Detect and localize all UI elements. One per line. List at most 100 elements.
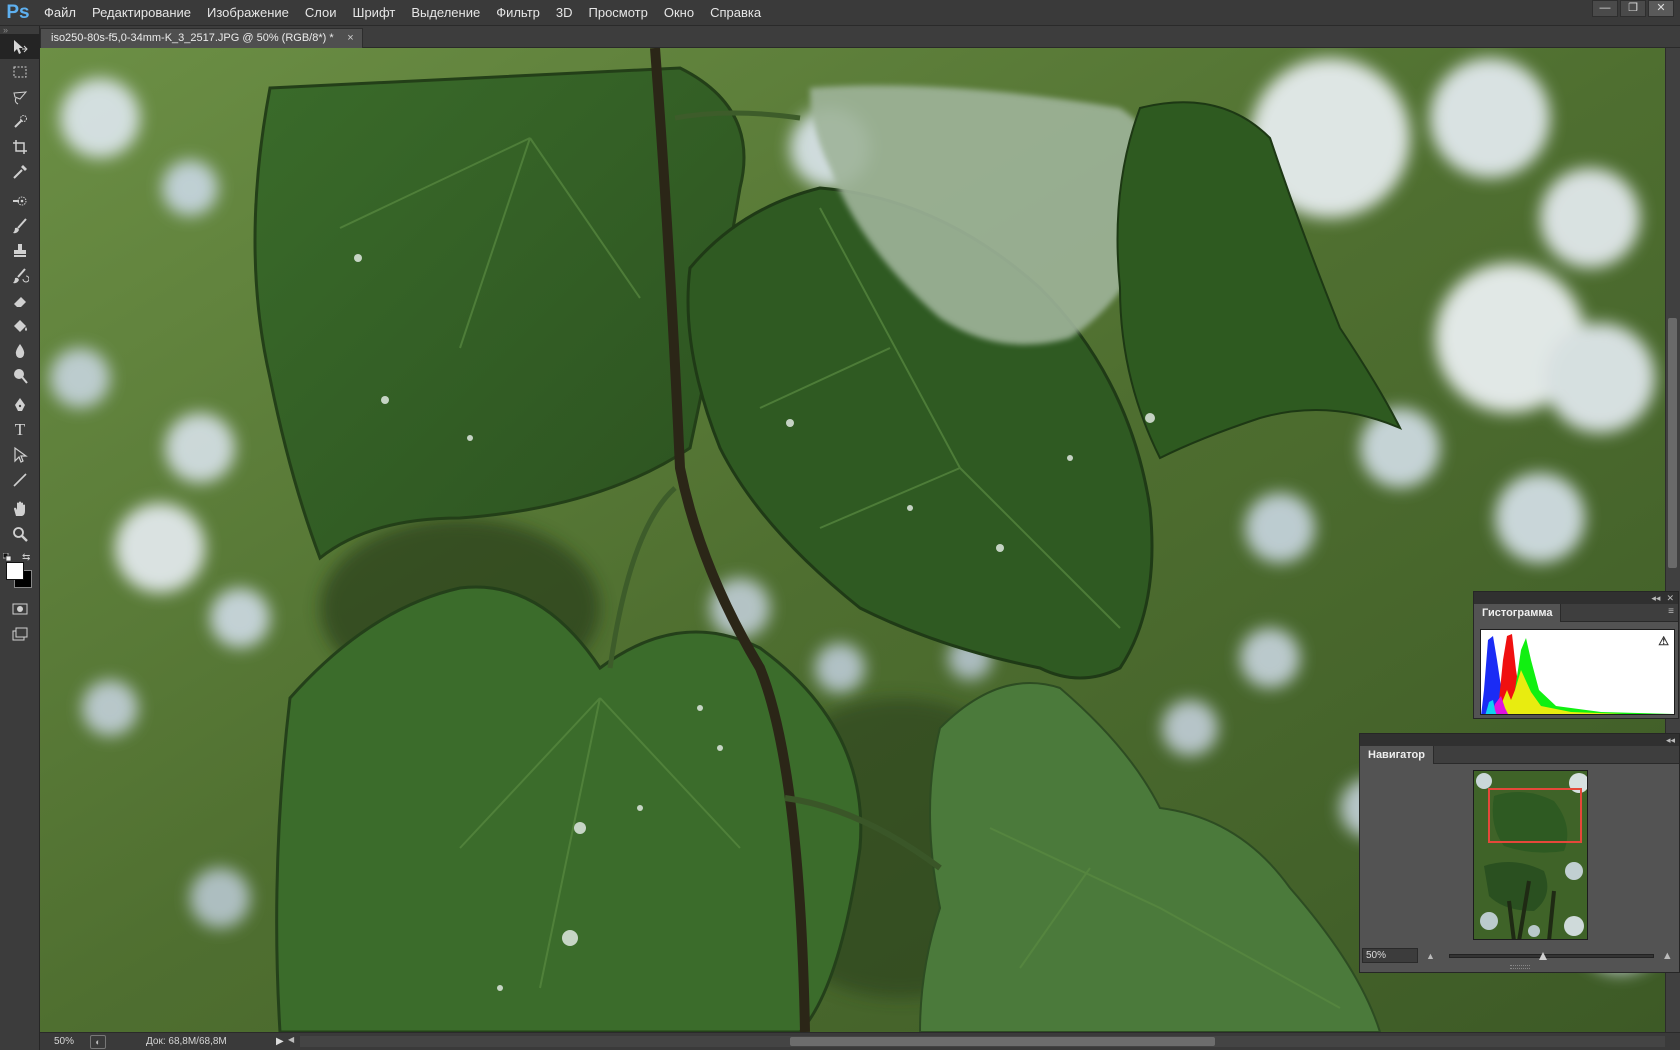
blur-drop-icon [15,343,25,358]
menu-filter[interactable]: Фильтр [488,0,548,26]
screen-mode-icon [12,627,28,640]
crop-icon [13,139,27,154]
horizontal-scrollbar-thumb[interactable] [790,1037,1215,1046]
zoom-in-icon[interactable]: ▲ [1662,950,1673,962]
eraser-tool[interactable] [0,288,40,313]
type-tool[interactable]: T [0,417,40,442]
zoom-tool[interactable] [0,521,40,546]
navigator-footer: 50% ▲ ▲ [1360,947,1679,964]
histogram-panel-header: ◂◂ ✕ [1474,592,1678,604]
dodge-icon [14,368,28,384]
close-window-button[interactable]: ✕ [1648,0,1674,17]
menu-window[interactable]: Окно [656,0,702,26]
document-tab-bar: iso250-80s-f5,0-34mm-K_3_2517.JPG @ 50% … [40,26,1680,48]
status-bar: 50% ◐ Док: 68,8M/68,8M ▶ ◀ [40,1032,1680,1050]
history-brush-icon [13,267,29,283]
navigator-panel-header: ◂◂ [1360,734,1679,746]
collapse-panel-icon[interactable]: ◂◂ [1651,593,1660,604]
marquee-icon [13,66,27,77]
type-icon: T [14,419,26,439]
histogram-tab-row: Гистограмма ≡ [1474,604,1678,622]
histogram-panel: ◂◂ ✕ Гистограмма ≡ ⚠ [1473,591,1679,719]
document-tab[interactable]: iso250-80s-f5,0-34mm-K_3_2517.JPG @ 50% … [40,28,363,48]
menu-edit[interactable]: Редактирование [84,0,199,26]
move-tool[interactable] [0,34,40,59]
menu-file[interactable]: Файл [36,0,84,26]
pen-icon [15,397,25,411]
lasso-icon [13,90,28,104]
cache-warning-icon[interactable]: ⚠ [1658,634,1669,648]
histogram-curves [1481,634,1674,714]
navigator-zoom-input[interactable]: 50% [1362,948,1418,963]
status-menu-arrow-icon[interactable]: ▶ [276,1036,288,1047]
lasso-tool[interactable] [0,84,40,109]
hand-icon [14,501,25,516]
menu-3d[interactable]: 3D [548,0,581,26]
paint-bucket-icon [14,319,27,332]
vertical-scrollbar-thumb[interactable] [1668,318,1677,568]
navigator-zoom-slider[interactable] [1448,951,1654,960]
navigator-panel: ◂◂ Навигатор 50% ▲ ▲ [1359,733,1680,973]
tools-panel: » T ⇆ [0,26,40,1050]
minimize-button[interactable]: — [1592,0,1618,17]
color-swatches: ⇆ [0,552,40,592]
pen-tool[interactable] [0,392,40,417]
toolbar-grip[interactable]: » [0,26,39,35]
zoom-icon [13,526,28,542]
document-tab-title: iso250-80s-f5,0-34mm-K_3_2517.JPG @ 50% … [51,32,334,44]
move-icon [14,39,28,54]
navigator-thumbnail[interactable] [1473,770,1588,940]
menu-image[interactable]: Изображение [199,0,297,26]
history-brush-tool[interactable] [0,263,40,288]
horizontal-scrollbar[interactable] [300,1036,1665,1047]
paint-bucket-tool[interactable] [0,313,40,338]
navigator-tab-row: Навигатор [1360,746,1679,764]
close-document-icon[interactable]: × [347,29,353,48]
menu-layers[interactable]: Слои [297,0,345,26]
eyedropper-tool[interactable] [0,159,40,184]
foreground-color-swatch[interactable] [6,562,24,580]
default-colors-icon[interactable] [3,553,12,562]
eraser-icon [14,296,26,307]
spot-healing-brush-tool[interactable] [0,188,40,213]
scroll-left-icon[interactable]: ◀ [288,1035,294,1044]
path-selection-tool[interactable] [0,442,40,467]
hand-tool[interactable] [0,496,40,521]
blur-tool[interactable] [0,338,40,363]
dodge-tool[interactable] [0,363,40,388]
quick-selection-icon [14,114,27,128]
line-tool[interactable] [0,467,40,492]
quick-selection-tool[interactable] [0,109,40,134]
brush-icon [13,217,27,233]
panel-resize-grip[interactable] [1510,965,1530,969]
screen-mode[interactable] [0,621,40,646]
collapse-navigator-icon[interactable]: ◂◂ [1666,735,1675,746]
close-panel-icon[interactable]: ✕ [1666,593,1674,604]
clone-stamp-tool[interactable] [0,238,40,263]
healing-brush-icon [13,196,27,205]
zoom-out-icon[interactable]: ▲ [1426,951,1435,961]
panel-menu-icon[interactable]: ≡ [1668,606,1674,617]
navigator-zoom-slider-knob[interactable] [1538,951,1547,960]
path-selection-icon [14,446,28,463]
status-zoom-level[interactable]: 50% [40,1036,86,1047]
menu-bar: Ps Файл Редактирование Изображение Слои … [0,0,1680,26]
photoshop-logo: Ps [6,1,30,23]
crop-tool[interactable] [0,134,40,159]
tab-histogram[interactable]: Гистограмма [1474,604,1562,622]
rectangular-marquee-tool[interactable] [0,59,40,84]
quick-mask-mode[interactable] [0,596,40,621]
quick-mask-icon [12,603,28,614]
menu-help[interactable]: Справка [702,0,769,26]
menu-view[interactable]: Просмотр [581,0,656,26]
restore-button[interactable]: ❐ [1620,0,1646,17]
menu-type[interactable]: Шрифт [345,0,404,26]
status-info-icon[interactable]: ◐ [90,1034,106,1049]
window-controls: — ❐ ✕ [1592,0,1674,18]
histogram-graph: ⚠ [1480,629,1675,715]
navigator-view-rectangle[interactable] [1488,788,1582,843]
brush-tool[interactable] [0,213,40,238]
menu-select[interactable]: Выделение [403,0,488,26]
eyedropper-icon [13,164,27,179]
tab-navigator[interactable]: Навигатор [1360,746,1434,764]
